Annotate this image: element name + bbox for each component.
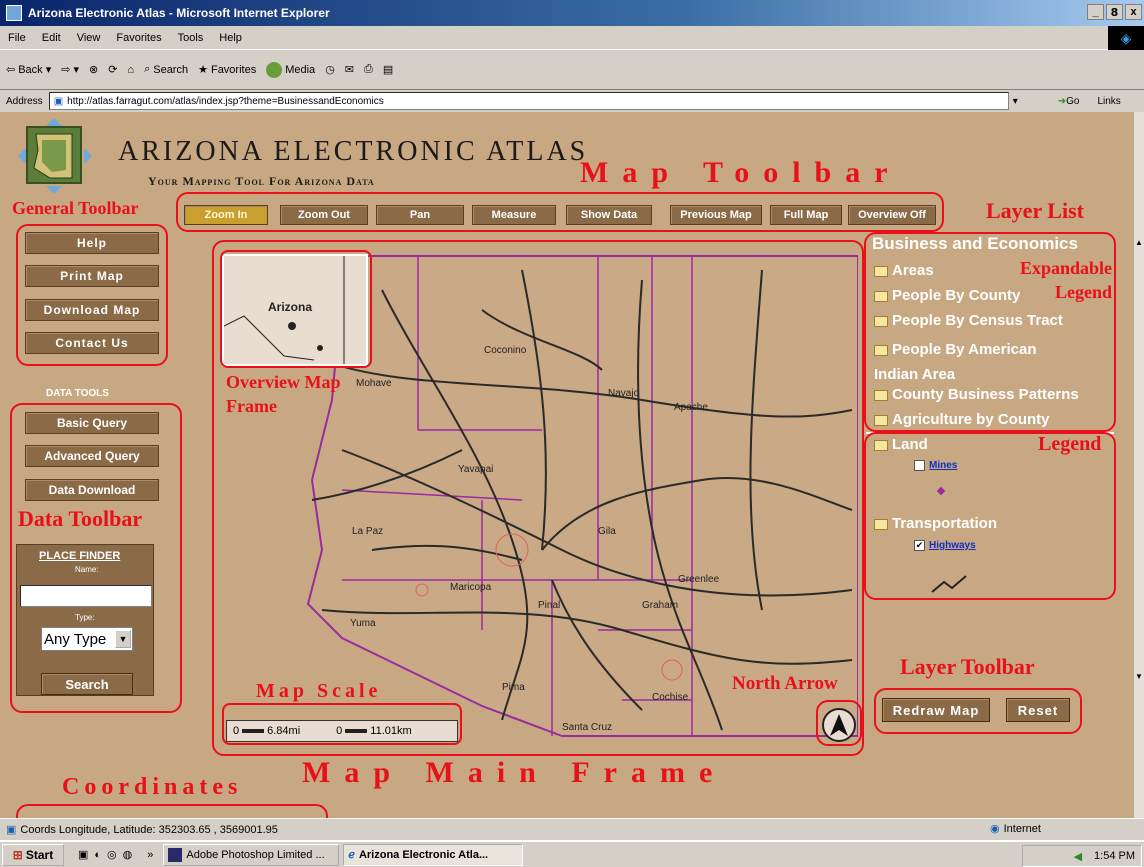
layer-panel-right-edge [1116,230,1133,702]
history-button[interactable]: ◷ [325,63,335,76]
address-label: Address [6,95,43,107]
volume-icon: ◀ [1073,850,1083,863]
general-toolbar-outline [16,224,168,366]
home-button[interactable]: ⌂ [127,64,134,76]
label-expandable-legend: Expandable Legend [1019,258,1112,302]
security-zone: ◉ Internet [990,822,1041,836]
links-button[interactable]: Links [1097,96,1120,107]
forward-button[interactable]: ⇨ ▾ [61,63,79,76]
window-controls: _ 8 x [1087,4,1142,20]
minimize-button[interactable]: _ [1087,4,1104,20]
label-general-toolbar: General Toolbar [12,198,139,218]
overview-map-outline [220,250,372,368]
print-icon: ⎙ [364,63,373,75]
history-icon: ◷ [325,64,335,76]
page-scrollbar[interactable]: ▲ ▼ [1133,112,1144,818]
menu-file[interactable]: File [8,32,26,44]
address-bar: Address ▣ http://atlas.farragut.com/atla… [0,90,1144,112]
system-tray: ◀ 1:54 PM [1022,845,1142,867]
window-title: Arizona Electronic Atlas - Microsoft Int… [28,6,330,20]
edit-icon: ▤ [382,64,394,76]
page-icon: ▣ [53,95,64,107]
menu-tools[interactable]: Tools [178,32,204,44]
ie-task-icon: ℯ [348,849,355,861]
atlas-logo [16,118,96,194]
scroll-down-icon[interactable]: ▼ [1135,672,1143,681]
label-layer-toolbar: Layer Toolbar [900,654,1035,679]
address-url: http://atlas.farragut.com/atlas/index.js… [67,95,384,107]
data-tools-heading: DATA TOOLS [46,388,109,399]
arizona-thumbnail-icon [26,126,82,184]
legend-outline [864,432,1116,600]
task-photoshop[interactable]: Adobe Photoshop Limited ... [163,843,340,866]
label-overview-map-frame: Overview Map Frame [226,372,341,416]
data-toolbar-outline [10,403,182,713]
coordinates-readout: Coords Longitude, Latitude: 352303.65 , … [20,823,278,836]
favorites-button[interactable]: ★ Favorites [198,63,256,77]
media-icon [266,61,283,78]
menu-favorites[interactable]: Favorites [116,32,161,44]
search-icon: ⌕ [144,63,151,75]
mail-icon: ✉ [344,64,355,76]
scroll-up-icon[interactable]: ▲ [1135,238,1143,247]
home-icon: ⌂ [127,63,135,76]
north-arrow-outline [816,700,862,746]
windows-flag-icon: ⊞ [12,847,23,862]
windows-logo-icon: ◈ [1108,26,1144,50]
refresh-button[interactable]: ⟳ [108,63,117,76]
start-button[interactable]: ⊞ Start [2,843,64,866]
label-map-toolbar: Map Toolbar [580,156,902,189]
back-button[interactable]: ⇦ Back ▾ [6,63,51,77]
task-arizona-atlas[interactable]: ℯ Arizona Electronic Atla... [343,843,524,866]
menu-help[interactable]: Help [219,32,242,44]
address-dropdown-icon[interactable]: ▾ [1013,96,1018,107]
status-bar: ▣ Coords Longitude, Latitude: 352303.65 … [0,818,1144,840]
favorites-icon: ★ [198,64,208,76]
go-button[interactable]: ➜Go [1058,96,1080,107]
label-coordinates: Coordinates [62,774,243,800]
go-arrow-icon: ➜ [1057,95,1067,107]
taskbar: ⊞ Start ▣◐◎◍ » Adobe Photoshop Limited .… [0,840,1144,867]
edit-button[interactable]: ▤ [383,63,393,76]
label-data-toolbar: Data Toolbar [18,506,143,531]
title-bar: Arizona Electronic Atlas - Microsoft Int… [0,0,1144,26]
map-scale-outline [222,703,462,745]
menu-bar: File Edit View Favorites Tools Help [0,26,1144,50]
stop-button[interactable]: ⊗ [89,63,98,76]
close-button[interactable]: x [1125,4,1142,20]
site-title: Arizona Electronic Atlas [118,136,589,167]
menu-edit[interactable]: Edit [42,32,61,44]
layer-toolbar-outline [874,688,1082,734]
label-legend: Legend [1038,433,1102,455]
label-layer-list: Layer List [986,198,1084,223]
refresh-icon: ⟳ [108,64,118,76]
label-map-scale: Map Scale [256,680,382,702]
maximize-button[interactable]: 8 [1106,4,1123,20]
menu-view[interactable]: View [77,32,101,44]
nav-up-arrow-icon[interactable] [46,110,62,126]
print-button[interactable]: ⎙ [364,63,373,76]
ie-icon [6,5,22,21]
label-map-main-frame: Map Main Frame [302,756,727,789]
mail-button[interactable]: ✉ [345,63,354,76]
photoshop-icon [168,847,183,862]
nav-right-arrow-icon[interactable] [84,148,100,164]
clock: 1:54 PM [1094,850,1135,862]
status-page-icon: ▣ [6,824,17,836]
back-arrow-icon: ⇦ [6,64,16,76]
site-subtitle: Your Mapping Tool For Arizona Data [148,174,375,188]
globe-icon: ◉ [990,823,1000,835]
address-input[interactable]: ▣ http://atlas.farragut.com/atlas/index.… [48,92,1009,110]
media-button[interactable]: Media [266,61,315,78]
nav-left-arrow-icon[interactable] [10,148,26,164]
quick-launch: ▣◐◎◍ » [78,849,160,861]
label-north-arrow: North Arrow [732,673,838,694]
search-button[interactable]: ⌕ Search [144,63,188,76]
stop-icon: ⊗ [88,64,99,76]
map-toolbar-outline [176,192,944,232]
forward-arrow-icon: ⇨ [61,64,71,76]
browser-toolbar: ⇦ Back ▾ ⇨ ▾ ⊗ ⟳ ⌂ ⌕ Search ★ Favorites Med… [0,50,1144,90]
